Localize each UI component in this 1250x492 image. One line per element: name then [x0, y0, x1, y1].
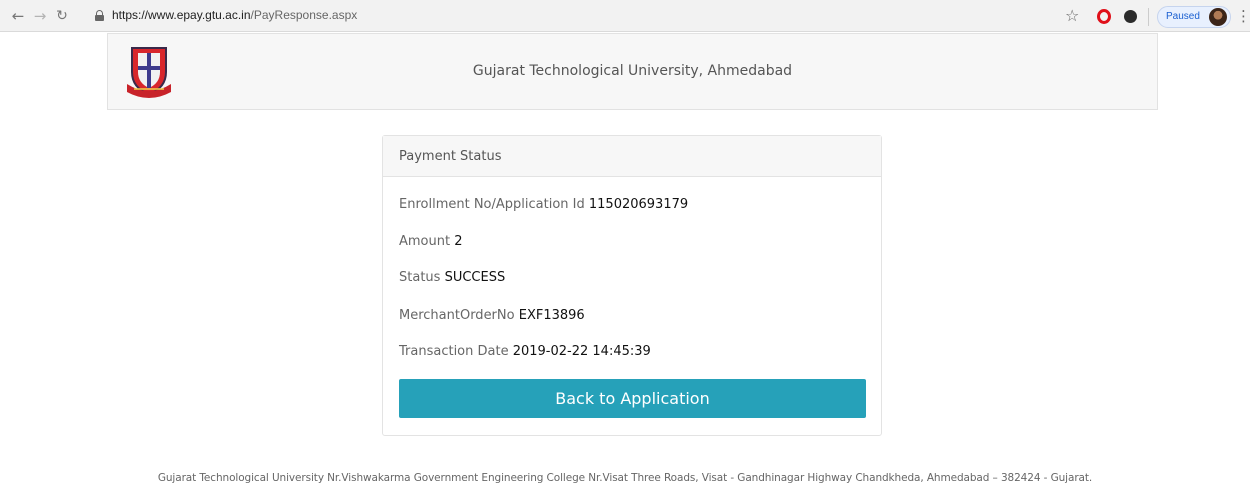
amount-value: 2 — [454, 234, 463, 249]
transaction-date-field: Transaction Date 2019-02-22 14:45:39 — [399, 344, 651, 359]
avatar[interactable] — [1209, 8, 1227, 26]
footer-address: Gujarat Technological University Nr.Vish… — [157, 472, 1093, 484]
url-path: /PayResponse.aspx — [250, 8, 358, 22]
site-header: Gujarat Technological University, Ahmeda… — [107, 33, 1158, 110]
extension-icon[interactable] — [1124, 10, 1137, 23]
reload-icon[interactable]: ↻ — [52, 6, 72, 26]
amount-label: Amount — [399, 234, 451, 249]
paused-label: Paused — [1166, 11, 1200, 22]
card-header: Payment Status — [383, 136, 881, 177]
star-icon[interactable]: ☆ — [1065, 6, 1079, 26]
transaction-date-value: 2019-02-22 14:45:39 — [512, 344, 651, 359]
back-icon[interactable]: ← — [8, 6, 28, 26]
transaction-date-label: Transaction Date — [399, 344, 509, 359]
enrollment-label: Enrollment No/Application Id — [399, 197, 585, 212]
amount-field: Amount 2 — [399, 234, 463, 249]
status-label: Status — [399, 270, 441, 285]
address-bar[interactable]: https://www.epay.gtu.ac.in/PayResponse.a… — [112, 8, 357, 22]
merchant-order-value: EXF13896 — [518, 308, 585, 323]
opera-icon[interactable] — [1097, 9, 1111, 24]
merchant-order-field: MerchantOrderNo EXF13896 — [399, 308, 585, 323]
payment-status-card: Payment Status Enrollment No/Application… — [382, 135, 882, 436]
toolbar-divider — [1148, 8, 1149, 26]
url-host: https://www.epay.gtu.ac.in — [112, 8, 251, 22]
card-title: Payment Status — [399, 149, 502, 164]
enrollment-field: Enrollment No/Application Id 11502069317… — [399, 197, 688, 212]
status-value: SUCCESS — [444, 270, 506, 285]
enrollment-value: 115020693179 — [588, 197, 689, 212]
site-title: Gujarat Technological University, Ahmeda… — [472, 63, 793, 79]
browser-toolbar: ← → ↻ https://www.epay.gtu.ac.in/PayResp… — [0, 0, 1250, 32]
merchant-order-label: MerchantOrderNo — [399, 308, 515, 323]
forward-icon[interactable]: → — [30, 6, 50, 26]
back-to-application-button[interactable]: Back to Application — [399, 379, 866, 418]
menu-icon[interactable]: ⋮ — [1236, 7, 1250, 25]
lock-icon[interactable] — [95, 10, 104, 21]
status-field: Status SUCCESS — [399, 270, 505, 285]
